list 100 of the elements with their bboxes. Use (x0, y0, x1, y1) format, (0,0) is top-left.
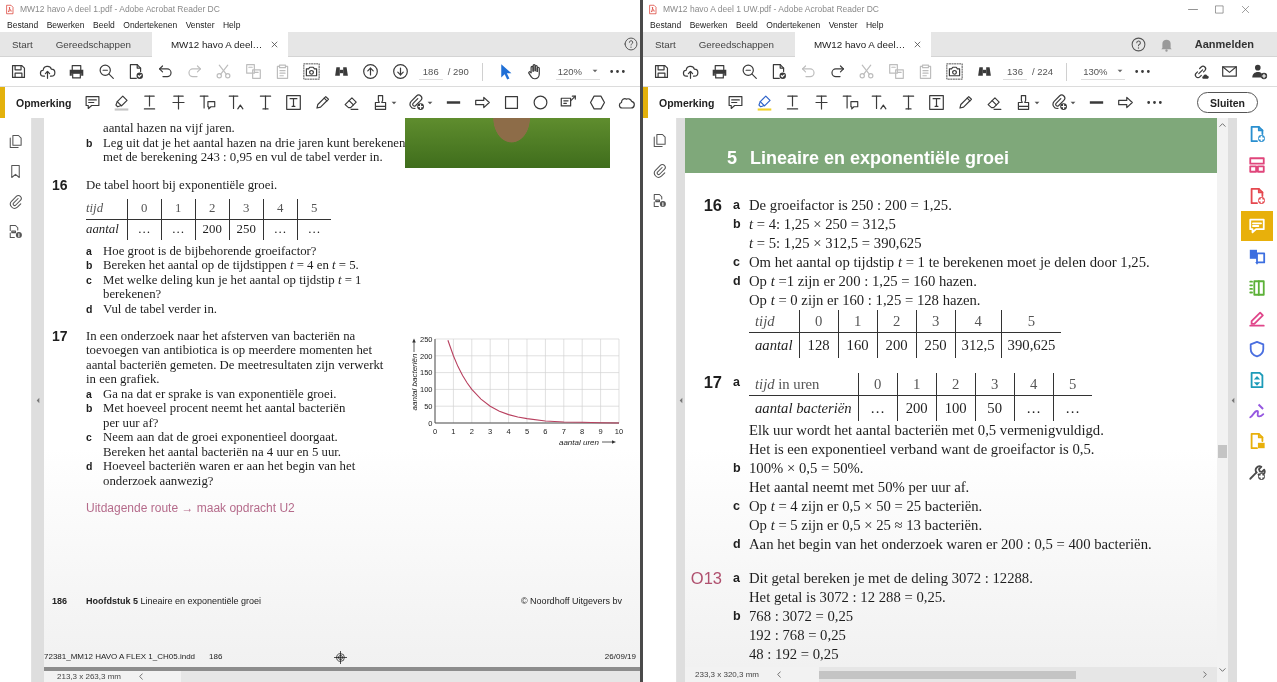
tab[interactable]: MW12 havo A deel… (151, 32, 289, 57)
page-layout-icon[interactable] (1248, 156, 1266, 175)
pen-icon[interactable] (1248, 309, 1266, 328)
paperclip-icon[interactable] (652, 163, 667, 178)
highlighter-icon[interactable] (755, 94, 773, 111)
more-icon[interactable] (608, 69, 626, 74)
rectangle-icon[interactable] (502, 94, 520, 111)
close-button[interactable]: Sluiten (1197, 92, 1258, 113)
menu-item[interactable]: Help (222, 20, 241, 30)
undo-icon[interactable] (156, 63, 174, 80)
arrow-down-circle-icon[interactable] (391, 63, 409, 80)
paperclip-plus-icon[interactable] (1051, 94, 1069, 111)
redo-icon[interactable] (828, 63, 846, 80)
replace-text-icon[interactable] (198, 94, 216, 111)
insert-text-icon[interactable] (227, 94, 245, 111)
highlighter-icon[interactable] (112, 94, 130, 111)
menu-item[interactable]: Venster (185, 20, 215, 30)
document-check-icon[interactable] (770, 63, 788, 80)
zoom-out-icon[interactable] (740, 63, 758, 80)
menu-item[interactable]: Bestand (650, 20, 682, 30)
menu-item[interactable]: Ondertekenen (123, 20, 178, 30)
chevron-right-icon[interactable] (1203, 671, 1207, 678)
tab[interactable]: Gereedschappen (43, 32, 142, 56)
caret-down-icon[interactable] (1117, 69, 1124, 73)
tab[interactable]: Start (0, 32, 44, 56)
more-icon[interactable] (1145, 100, 1163, 105)
zoom-out-icon[interactable] (97, 63, 115, 80)
document-badge-icon[interactable] (652, 193, 667, 208)
scrollbar-thumb[interactable] (1218, 445, 1227, 458)
signature-icon[interactable] (1248, 401, 1266, 420)
chevron-left-icon[interactable] (777, 671, 782, 678)
add-user-icon[interactable] (1250, 63, 1268, 80)
paperclip-plus-icon[interactable] (408, 94, 426, 111)
caret-left-icon[interactable] (36, 396, 40, 404)
menu-item[interactable]: Help (865, 20, 884, 30)
text-box-icon[interactable] (928, 94, 946, 111)
caret-left-icon[interactable] (1230, 396, 1235, 404)
strikethrough-text-icon[interactable] (170, 94, 188, 111)
pages-icon[interactable] (8, 134, 23, 149)
cloud-upload-icon[interactable] (39, 63, 57, 80)
document-check-icon[interactable] (127, 63, 145, 80)
printer-icon[interactable] (68, 63, 86, 80)
zoom-dropdown[interactable]: 130% (1081, 63, 1126, 80)
eraser-icon[interactable] (985, 94, 1003, 111)
menu-item[interactable]: Bewerken (46, 20, 85, 30)
shield-icon[interactable] (1248, 340, 1266, 359)
line-icon[interactable] (1088, 100, 1106, 105)
pencil-icon[interactable] (957, 94, 975, 111)
menu-item[interactable]: Venster (828, 20, 858, 30)
pencil-icon[interactable] (314, 94, 332, 111)
tab[interactable]: MW12 havo A deel… (794, 32, 932, 57)
cloud-upload-icon[interactable] (682, 63, 700, 80)
zoom-dropdown[interactable]: 120% (555, 63, 600, 80)
caret-left-icon[interactable] (679, 396, 683, 404)
arrow-icon[interactable] (1117, 94, 1134, 111)
text-box-icon[interactable] (285, 94, 303, 111)
document-plus-icon[interactable] (1248, 186, 1266, 205)
envelope-icon[interactable] (1221, 63, 1239, 80)
help-icon[interactable] (624, 37, 638, 51)
tab[interactable]: Start (643, 32, 687, 56)
chevron-down-icon[interactable] (1219, 668, 1226, 672)
combine-files-icon[interactable] (1248, 248, 1266, 267)
speech-bubble-icon[interactable] (726, 94, 744, 111)
more-icon[interactable] (1134, 69, 1152, 74)
bookmark-icon[interactable] (8, 164, 23, 179)
caret-down-icon[interactable] (591, 69, 598, 73)
hexagon-icon[interactable] (589, 94, 607, 111)
scrollbar-thumb[interactable] (819, 670, 1077, 679)
chevron-up-icon[interactable] (1219, 123, 1226, 127)
menu-item[interactable]: Beeld (736, 20, 758, 30)
paperclip-icon[interactable] (8, 194, 23, 209)
pages-icon[interactable] (652, 133, 667, 148)
arrow-up-circle-icon[interactable] (362, 63, 380, 80)
printer-icon[interactable] (711, 63, 729, 80)
line-icon[interactable] (445, 100, 463, 105)
caret-down-icon[interactable] (1033, 100, 1040, 105)
link-icon[interactable] (1192, 63, 1210, 80)
menu-item[interactable]: Ondertekenen (766, 20, 821, 30)
chevron-left-icon[interactable] (139, 673, 144, 680)
wrench-plus-icon[interactable] (1248, 462, 1266, 481)
menu-item[interactable]: Bewerken (689, 20, 728, 30)
close-icon[interactable] (914, 41, 922, 48)
menu-item[interactable]: Beeld (93, 20, 115, 30)
menu-item[interactable]: Bestand (7, 20, 39, 30)
caret-down-icon[interactable] (1070, 100, 1077, 105)
camera-icon[interactable] (303, 63, 321, 80)
document-plus-icon[interactable] (1248, 125, 1266, 144)
page-number-field[interactable]: 136 (1003, 63, 1027, 80)
insert-text-icon[interactable] (870, 94, 888, 111)
arrow-icon[interactable] (474, 94, 491, 111)
replace-text-icon[interactable] (841, 94, 859, 111)
minimize-icon[interactable] (1188, 8, 1198, 10)
close-icon[interactable] (271, 41, 279, 48)
camera-icon[interactable] (946, 63, 964, 80)
page-columns-icon[interactable] (1248, 278, 1266, 297)
maximize-icon[interactable] (1215, 4, 1224, 14)
strikethrough-text-icon[interactable] (813, 94, 831, 111)
speech-bubble-icon[interactable] (83, 94, 101, 111)
close-icon[interactable] (1241, 4, 1250, 14)
document-badge-icon[interactable] (8, 224, 23, 239)
